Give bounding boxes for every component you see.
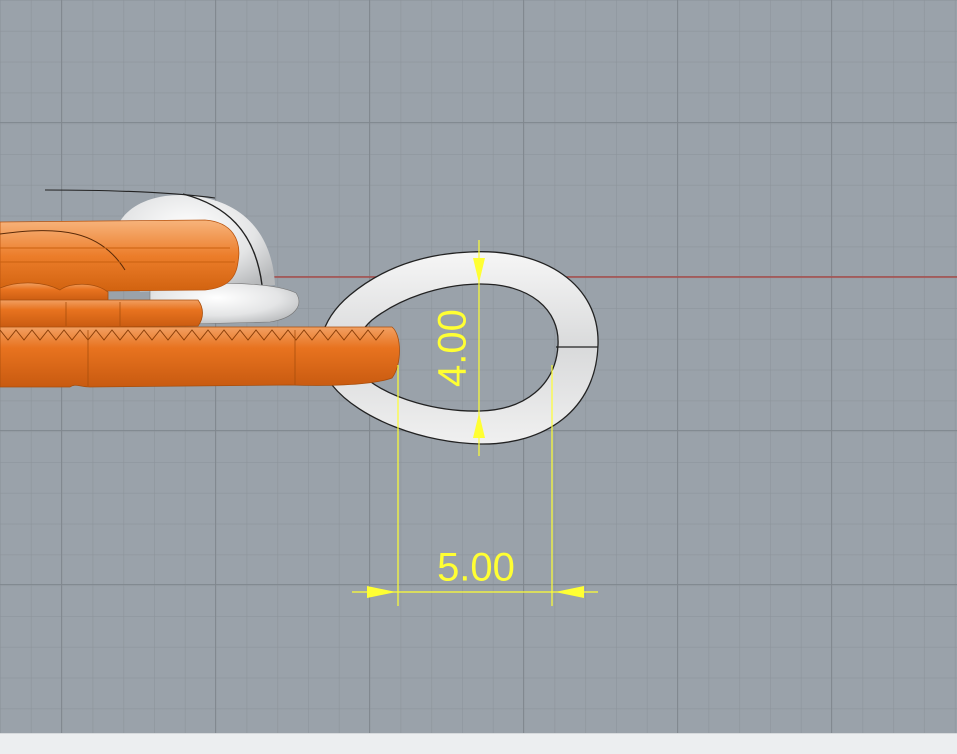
viewport-scene[interactable]: 4.00 5.00 bbox=[0, 0, 957, 733]
pendant-model[interactable] bbox=[0, 219, 400, 388]
dimension-height-label: 4.00 bbox=[431, 309, 475, 387]
status-bar bbox=[0, 733, 957, 754]
rhino-front-viewport[interactable]: 4.00 5.00 bbox=[0, 0, 957, 733]
dimension-width-label: 5.00 bbox=[437, 546, 515, 590]
